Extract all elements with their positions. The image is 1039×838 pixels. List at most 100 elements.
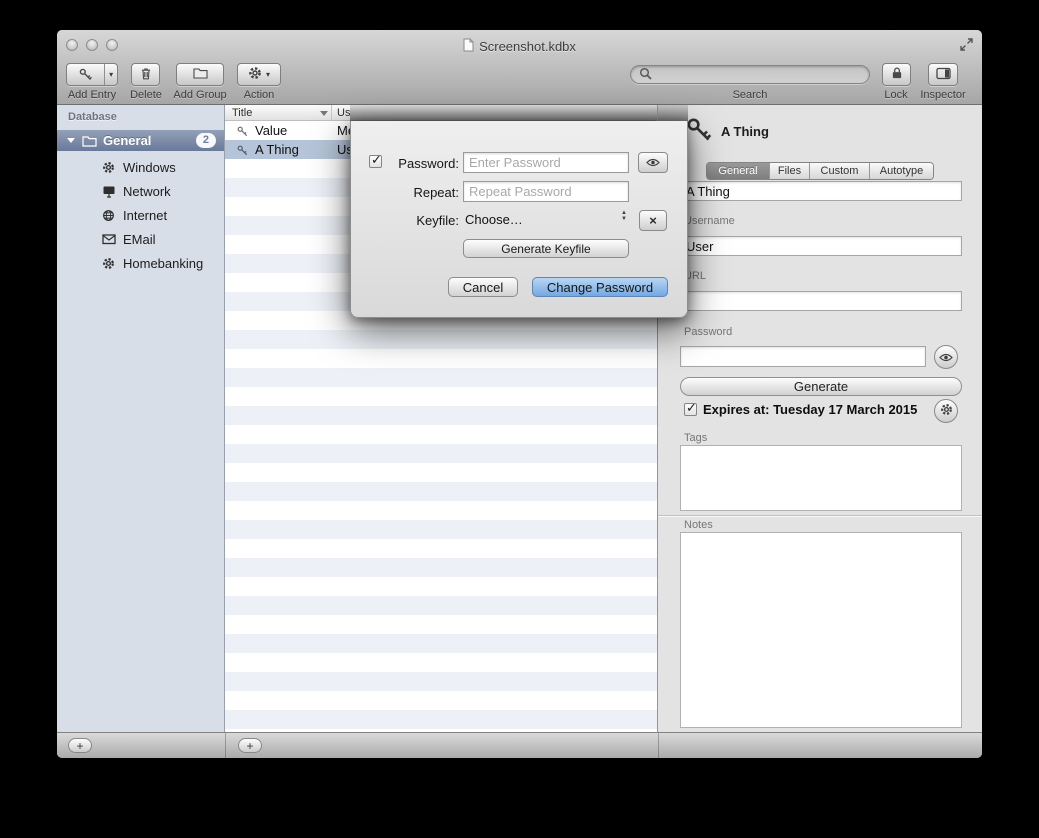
- entry-key-icon: [686, 117, 712, 146]
- url-field[interactable]: [680, 291, 962, 311]
- folder-icon: [193, 67, 208, 82]
- action-label: Action: [237, 89, 281, 101]
- add-group-button[interactable]: [176, 63, 224, 86]
- chevron-down-icon[interactable]: ▾: [104, 64, 117, 85]
- sidebar-item-homebanking[interactable]: Homebanking: [101, 254, 203, 272]
- clear-keyfile-button[interactable]: ×: [639, 210, 667, 231]
- show-password-button[interactable]: [934, 345, 958, 369]
- document-icon: [463, 38, 474, 55]
- trash-icon: [140, 67, 152, 83]
- lock-icon: [891, 66, 903, 83]
- tab-autotype[interactable]: Autotype: [869, 163, 933, 179]
- column-header-username[interactable]: Us: [337, 107, 350, 119]
- action-button[interactable]: ▾: [237, 63, 281, 86]
- tab-files[interactable]: Files: [769, 163, 809, 179]
- generate-keyfile-button[interactable]: Generate Keyfile: [463, 239, 629, 258]
- gear-icon: [101, 161, 116, 174]
- sidebar-item-email[interactable]: EMail: [101, 230, 156, 248]
- check-icon: ✓: [686, 400, 697, 416]
- expires-row: ✓ Expires at: Tuesday 17 March 2015: [684, 402, 917, 417]
- search-input[interactable]: [630, 65, 870, 84]
- search-icon: [639, 67, 652, 83]
- entry-title: A Thing: [255, 142, 299, 157]
- gear-icon: [940, 403, 953, 419]
- sheet-keyfile-label: Keyfile:: [371, 213, 459, 228]
- monitor-icon: [101, 185, 116, 198]
- password-field[interactable]: [680, 346, 926, 367]
- tags-field[interactable]: [680, 445, 962, 511]
- show-password-button[interactable]: [638, 152, 668, 173]
- username-field[interactable]: [680, 236, 962, 256]
- gear-icon: [248, 66, 262, 83]
- generate-password-button[interactable]: Generate: [680, 377, 962, 396]
- sheet-shadow-overlay: [350, 105, 657, 121]
- username-label: Username: [684, 215, 735, 227]
- key-icon: [237, 125, 248, 140]
- tab-general[interactable]: General: [707, 163, 769, 179]
- pane-divider: [658, 733, 659, 758]
- entry-title: Value: [255, 123, 287, 138]
- section-divider: [658, 515, 982, 516]
- sidebar-item-internet[interactable]: Internet: [101, 206, 167, 224]
- password-label: Password: [684, 326, 732, 338]
- sidebar-item-label: Windows: [123, 160, 176, 175]
- disclosure-triangle-icon[interactable]: [67, 138, 75, 143]
- inspector-entry-title: A Thing: [721, 124, 769, 139]
- sidebar-item-network[interactable]: Network: [101, 182, 171, 200]
- add-group-label: Add Group: [171, 89, 229, 101]
- sidebar-header: Database: [68, 111, 117, 123]
- sheet-shadow-overlay: [658, 105, 688, 121]
- bottom-bar: + +: [57, 732, 982, 758]
- popup-stepper-icon[interactable]: ▲▼: [621, 210, 627, 222]
- sheet-repeat-input[interactable]: [463, 181, 629, 202]
- delete-label: Delete: [119, 89, 173, 101]
- cancel-button[interactable]: Cancel: [448, 277, 518, 297]
- keyfile-popup[interactable]: Choose…: [465, 212, 523, 227]
- gear-icon: [101, 257, 116, 270]
- sidebar-item-label: EMail: [123, 232, 156, 247]
- sidebar-item-label: Network: [123, 184, 171, 199]
- title-field[interactable]: [680, 181, 962, 201]
- pane-divider: [225, 733, 226, 758]
- envelope-icon: [101, 233, 116, 245]
- add-entry-plus-button[interactable]: +: [238, 738, 262, 753]
- inspector-tabs: General Files Custom Autotype: [706, 162, 934, 180]
- sheet-password-input[interactable]: [463, 152, 629, 173]
- inspector-panel-icon: [936, 67, 951, 83]
- globe-icon: [101, 209, 116, 222]
- expires-checkbox[interactable]: ✓: [684, 403, 697, 416]
- notes-field[interactable]: [680, 532, 962, 728]
- add-entry-label: Add Entry: [66, 89, 118, 101]
- inspector-button[interactable]: [928, 63, 958, 86]
- lock-button[interactable]: [882, 63, 911, 86]
- entry-count-badge: 2: [196, 133, 216, 148]
- search-label: Search: [720, 89, 780, 101]
- chevron-down-icon: ▾: [266, 70, 270, 79]
- column-divider[interactable]: [331, 105, 332, 120]
- inspector-label: Inspector: [913, 89, 973, 101]
- sheet-password-label: Password:: [371, 156, 459, 171]
- window-chrome: Screenshot.kdbx ▾ Add Entry Delete Add G…: [57, 30, 982, 105]
- fullscreen-icon[interactable]: [960, 38, 973, 54]
- add-entry-button[interactable]: ▾: [66, 63, 118, 86]
- eye-icon: [646, 155, 660, 170]
- key-icon: [237, 144, 248, 159]
- column-header-title[interactable]: Title: [232, 107, 252, 119]
- sort-arrow-icon: [320, 111, 328, 116]
- expires-label: Expires at: Tuesday 17 March 2015: [703, 402, 917, 417]
- sidebar-item-windows[interactable]: Windows: [101, 158, 176, 176]
- delete-button[interactable]: [131, 63, 160, 86]
- window-title-text: Screenshot.kdbx: [479, 39, 576, 54]
- folder-icon: [82, 135, 97, 147]
- tags-label: Tags: [684, 432, 707, 444]
- key-icon: [67, 64, 104, 85]
- sidebar-item-label: Homebanking: [123, 256, 203, 271]
- sidebar: Database General 2 Windows Network: [57, 105, 225, 732]
- expires-settings-button[interactable]: [934, 399, 958, 423]
- sidebar-item-label: Internet: [123, 208, 167, 223]
- change-password-button[interactable]: Change Password: [532, 277, 668, 297]
- sidebar-group-general[interactable]: General 2: [57, 130, 224, 151]
- tab-custom[interactable]: Custom: [809, 163, 869, 179]
- add-group-plus-button[interactable]: +: [68, 738, 92, 753]
- window-title: Screenshot.kdbx: [57, 38, 982, 55]
